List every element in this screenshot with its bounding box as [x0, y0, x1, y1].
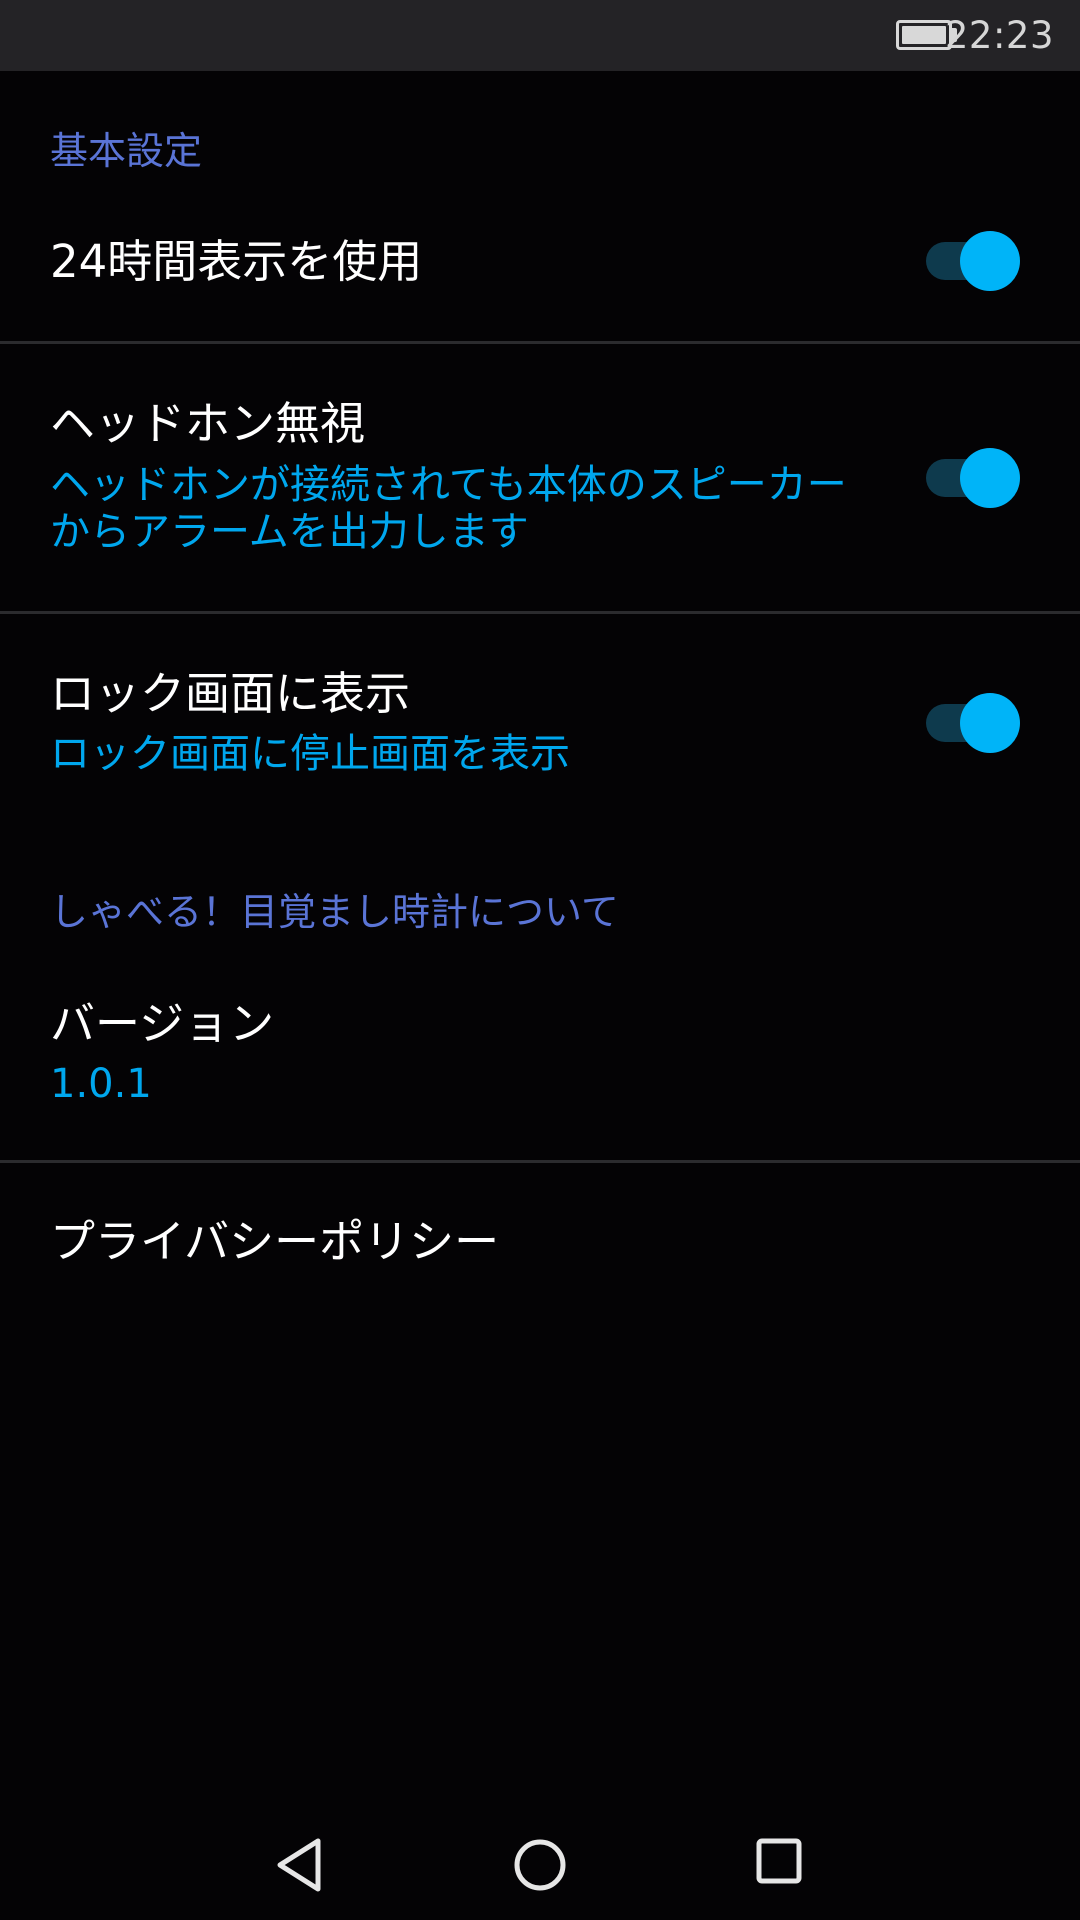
setting-title-version: バージョン: [50, 997, 275, 1050]
switch-thumb: [960, 231, 1020, 291]
divider: [0, 1160, 1080, 1163]
section-header-basic: 基本設定: [50, 129, 203, 173]
setting-title-ignore-headphone: ヘッドホン無視: [50, 397, 366, 450]
home-circle-icon[interactable]: [512, 1837, 568, 1897]
switch-thumb: [960, 448, 1020, 508]
status-clock: 22:23: [944, 14, 1054, 57]
switch-thumb: [960, 693, 1020, 753]
toggle-24h-switch[interactable]: [924, 228, 1022, 292]
battery-level: [902, 26, 946, 44]
version-value: 1.0.1: [50, 1061, 152, 1107]
setting-summary-lockscreen: ロック画面に停止画面を表示: [50, 731, 570, 777]
divider: [0, 341, 1080, 344]
back-triangle-icon[interactable]: [276, 1837, 324, 1897]
section-header-about: しゃべる！目覚まし時計について: [50, 890, 619, 934]
divider: [0, 611, 1080, 614]
recent-apps-square-icon[interactable]: [755, 1837, 803, 1889]
status-bar: 22:23: [0, 0, 1080, 71]
setting-title-lockscreen: ロック画面に表示: [50, 667, 411, 720]
settings-screen: 22:23 基本設定 24時間表示を使用 ヘッドホン無視 ヘッドホンが接続されて…: [0, 0, 1080, 1920]
battery-icon: [896, 20, 952, 50]
setting-summary-ignore-headphone: ヘッドホンが接続されても本体のスピーカーからアラームを出力します: [50, 462, 847, 555]
setting-title-24h: 24時間表示を使用: [50, 235, 423, 288]
toggle-ignore-headphone-switch[interactable]: [924, 445, 1022, 509]
setting-title-privacy-policy: プライバシーポリシー: [50, 1215, 500, 1268]
toggle-lockscreen-switch[interactable]: [924, 690, 1022, 754]
